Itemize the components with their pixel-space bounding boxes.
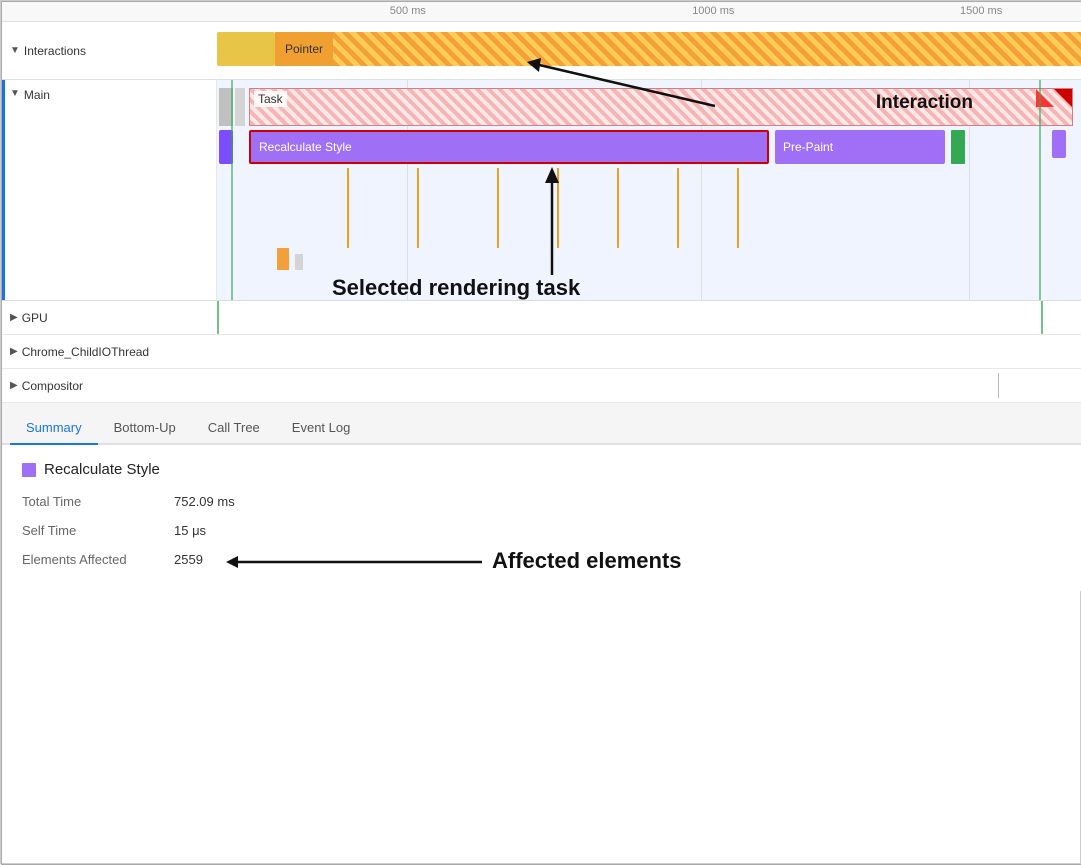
gpu-green-line-right: [1041, 301, 1043, 334]
compositor-collapse-icon[interactable]: ▶: [10, 380, 18, 391]
task-bar: Task: [249, 88, 1073, 126]
elements-key: Elements Affected: [22, 552, 162, 567]
child-io-track: [217, 335, 1081, 368]
tab-call-tree[interactable]: Call Tree: [192, 412, 276, 445]
green-vline-left: [231, 80, 233, 300]
tick-4: [557, 168, 559, 248]
main-section: ▼ Main Task: [2, 80, 1081, 301]
interactions-row: ▼ Interactions Pointer: [2, 22, 1081, 80]
total-time-value: 752.09 ms: [174, 494, 235, 509]
purple-block-right: [1052, 130, 1066, 158]
elements-value: 2559: [174, 552, 203, 567]
tab-event-log[interactable]: Event Log: [276, 412, 367, 445]
tick-3: [497, 168, 499, 248]
gray-block-2: [235, 88, 245, 126]
tick-1: [347, 168, 349, 248]
total-time-key: Total Time: [22, 494, 162, 509]
gpu-track: [217, 301, 1081, 334]
summary-title-text: Recalculate Style: [44, 461, 160, 478]
time-mark-1500: 1500 ms: [960, 5, 1002, 17]
summary-title: Recalculate Style: [22, 461, 1061, 478]
task-label: Task: [254, 91, 287, 107]
interactions-text: Interactions: [24, 44, 86, 58]
time-mark-500: 500 ms: [390, 5, 426, 17]
pointer-hatched: [333, 32, 1081, 66]
tick-5: [617, 168, 619, 248]
prepaint-bar[interactable]: Pre-Paint: [775, 130, 945, 164]
task-red-corner: [1054, 89, 1072, 107]
pointer-label: Pointer: [275, 32, 333, 66]
orange-block-1: [277, 248, 289, 270]
tabs-bar: Summary Bottom-Up Call Tree Event Log: [2, 403, 1081, 445]
tab-summary[interactable]: Summary: [10, 412, 98, 445]
pointer-bar: Pointer: [275, 32, 1081, 66]
compositor-text: Compositor: [22, 379, 83, 393]
main-collapse-icon[interactable]: ▼: [10, 88, 20, 99]
interactions-track: Pointer: [217, 22, 1081, 79]
time-mark-1000: 1000 ms: [692, 5, 734, 17]
elements-affected-row: Elements Affected 2559 Affected elements: [22, 552, 1061, 567]
purple-color-swatch: [22, 463, 36, 477]
total-time-row: Total Time 752.09 ms: [22, 494, 1061, 509]
main-track-container: ▼ Main Task: [2, 80, 1081, 300]
child-io-label: ▶ Chrome_ChildIOThread: [2, 345, 217, 359]
time-ruler: 500 ms 1000 ms 1500 ms: [2, 2, 1081, 22]
pointer-yellow-block: [217, 32, 275, 66]
recalc-style-bar[interactable]: Recalculate Style: [249, 130, 769, 164]
tab-bottom-up[interactable]: Bottom-Up: [98, 412, 192, 445]
tick-2: [417, 168, 419, 248]
child-io-text: Chrome_ChildIOThread: [22, 345, 149, 359]
summary-panel: Recalculate Style Total Time 752.09 ms S…: [2, 445, 1081, 591]
tick-7: [737, 168, 739, 248]
prepaint-label: Pre-Paint: [783, 140, 833, 154]
main-track: Task Recalculate Style Pre-Paint: [217, 80, 1081, 300]
tick-6: [677, 168, 679, 248]
gpu-collapse-icon[interactable]: ▶: [10, 312, 18, 323]
green-vline-right: [1039, 80, 1041, 300]
gpu-row: ▶ GPU: [2, 301, 1081, 335]
compositor-vline: [998, 373, 999, 398]
interactions-label: ▼ Interactions: [2, 22, 217, 79]
compositor-row: ▶ Compositor: [2, 369, 1081, 403]
affected-arrow: [222, 550, 482, 574]
self-time-key: Self Time: [22, 523, 162, 538]
compositor-track: [217, 369, 1081, 402]
self-time-value: 15 μs: [174, 523, 206, 538]
affected-annotation: Affected elements: [492, 548, 682, 574]
green-block-mid: [951, 130, 965, 164]
self-time-row: Self Time 15 μs: [22, 523, 1061, 538]
gpu-text: GPU: [22, 311, 48, 325]
time-marks: 500 ms 1000 ms 1500 ms: [217, 2, 1081, 21]
gray-block-bottom: [295, 254, 303, 270]
gpu-green-line-left: [217, 301, 219, 334]
child-io-row: ▶ Chrome_ChildIOThread: [2, 335, 1081, 369]
collapse-icon[interactable]: ▼: [10, 45, 20, 56]
main-text: Main: [24, 88, 50, 102]
blue-border: [2, 80, 5, 300]
main-label: ▼ Main: [2, 80, 217, 300]
recalc-label: Recalculate Style: [259, 140, 352, 154]
child-io-collapse-icon[interactable]: ▶: [10, 346, 18, 357]
compositor-label: ▶ Compositor: [2, 379, 217, 393]
gpu-label: ▶ GPU: [2, 311, 217, 325]
